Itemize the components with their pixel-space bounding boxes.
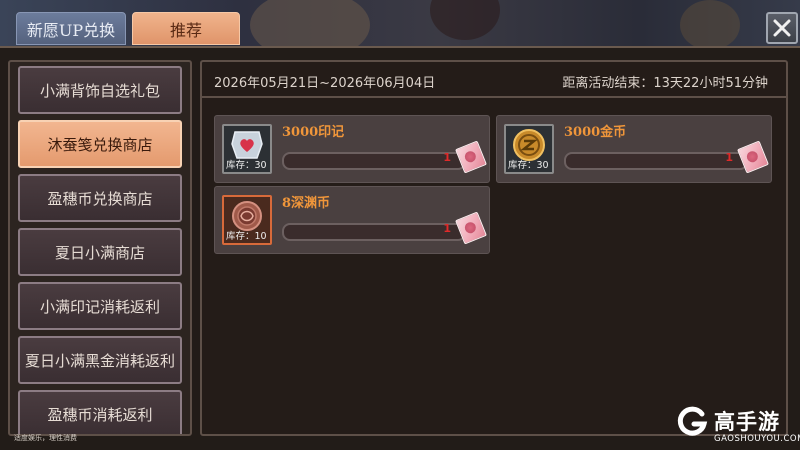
close-icon xyxy=(773,19,791,37)
shop-content: 2026年05月21日~2026年06月04日 距离活动结束：13天22小时51… xyxy=(200,60,788,436)
exchange-progress-bar xyxy=(282,152,466,170)
shop-item-card[interactable]: 库存：30 3000印记 1 xyxy=(214,115,490,183)
event-info-bar: 2026年05月21日~2026年06月04日 距离活动结束：13天22小时51… xyxy=(202,62,786,98)
gaoshouyou-logo-icon xyxy=(677,406,708,436)
sidebar-item-silkworm-shop[interactable]: 沐蚕笺兑换商店 xyxy=(18,120,182,168)
sidebar-item-backpiece-gift[interactable]: 小满背饰自选礼包 xyxy=(18,66,182,114)
sidebar-item-blackgold-rebate[interactable]: 夏日小满黑金消耗返利 xyxy=(18,336,182,384)
sidebar-item-summer-shop[interactable]: 夏日小满商店 xyxy=(18,228,182,276)
tab-new-wish-up-exchange[interactable]: 新愿UP兑换 xyxy=(16,12,126,45)
gaoshouyou-watermark-logo: 高手游 GAOSHOUYOU.COM xyxy=(676,404,800,448)
tab-recommend[interactable]: 推荐 xyxy=(132,12,240,45)
sidebar: 小满背饰自选礼包 沐蚕笺兑换商店 盈穗币兑换商店 夏日小满商店 小满印记消耗返利… xyxy=(8,60,192,436)
watermark-name: 高手游 xyxy=(714,410,780,434)
sidebar-item-seal-rebate[interactable]: 小满印记消耗返利 xyxy=(18,282,182,330)
exchange-count: 1 xyxy=(443,151,451,164)
close-button[interactable] xyxy=(766,12,798,44)
stock-label: 库存：30 xyxy=(226,160,267,171)
exchange-progress-bar xyxy=(282,223,466,241)
shop-item-card[interactable]: 库存：30 3000金币 1 xyxy=(496,115,772,183)
sidebar-item-yingsui-rebate[interactable]: 盈穗币消耗返利 xyxy=(18,390,182,434)
item-icon-frame: 库存：10 xyxy=(222,195,272,245)
sidebar-item-yingsui-shop[interactable]: 盈穗币兑换商店 xyxy=(18,174,182,222)
item-title: 8深渊币 xyxy=(282,196,331,211)
exchange-count: 1 xyxy=(725,151,733,164)
item-icon-frame: 库存：30 xyxy=(504,124,554,174)
exchange-progress-bar xyxy=(564,152,748,170)
item-icon-frame: 库存：30 xyxy=(222,124,272,174)
exchange-count: 1 xyxy=(443,222,451,235)
watermark-domain: GAOSHOUYOU.COM xyxy=(714,434,800,444)
health-tagline: 适度娱乐，理性消费 xyxy=(14,434,77,442)
stock-label: 库存：30 xyxy=(508,160,549,171)
shop-item-card[interactable]: 库存：10 8深渊币 1 xyxy=(214,186,490,254)
item-title: 3000金币 xyxy=(564,125,627,140)
item-title: 3000印记 xyxy=(282,125,345,140)
event-countdown: 距离活动结束：13天22小时51分钟 xyxy=(562,76,768,91)
stock-label: 库存：10 xyxy=(226,231,267,242)
event-date-range: 2026年05月21日~2026年06月04日 xyxy=(214,76,436,91)
